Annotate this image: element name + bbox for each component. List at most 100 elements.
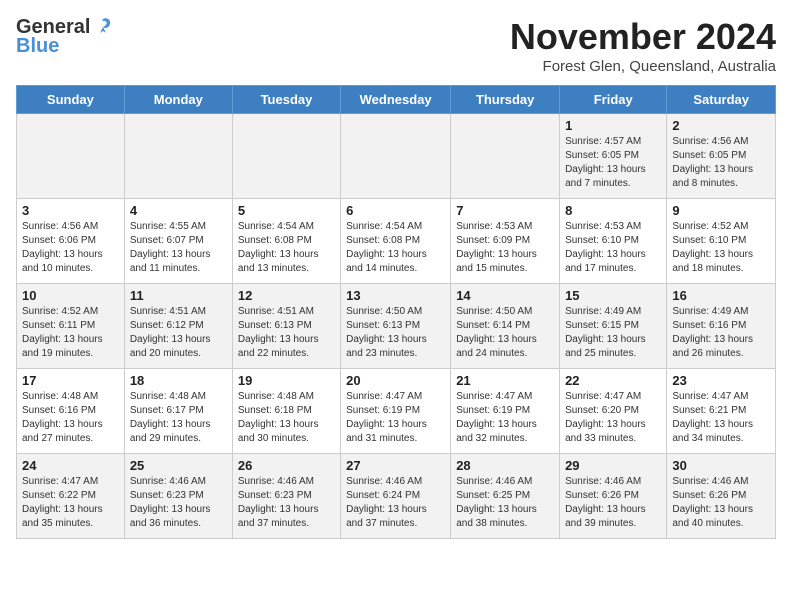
- day-content: Sunrise: 4:51 AMSunset: 6:12 PMDaylight:…: [130, 305, 227, 361]
- day-number: 9: [672, 203, 770, 218]
- day-cell: 21 Sunrise: 4:47 AMSunset: 6:19 PMDayligh…: [451, 369, 560, 454]
- day-content: Sunrise: 4:50 AMSunset: 6:13 PMDaylight:…: [346, 305, 445, 361]
- day-content: Sunrise: 4:56 AMSunset: 6:05 PMDaylight:…: [672, 135, 770, 191]
- day-cell: 13 Sunrise: 4:50 AMSunset: 6:13 PMDayligh…: [341, 284, 451, 369]
- month-year: November 2024: [510, 16, 776, 58]
- day-cell: 22 Sunrise: 4:47 AMSunset: 6:20 PMDayligh…: [560, 369, 667, 454]
- week-row-5: 24 Sunrise: 4:47 AMSunset: 6:22 PMDayligh…: [17, 454, 776, 539]
- day-cell: 16Sunrise: 4:49 AMSunset: 6:16 PMDayligh…: [667, 284, 776, 369]
- day-content: Sunrise: 4:46 AMSunset: 6:25 PMDaylight:…: [456, 475, 554, 531]
- day-content: Sunrise: 4:52 AMSunset: 6:11 PMDaylight:…: [22, 305, 119, 361]
- week-row-3: 10Sunrise: 4:52 AMSunset: 6:11 PMDayligh…: [17, 284, 776, 369]
- day-content: Sunrise: 4:51 AMSunset: 6:13 PMDaylight:…: [238, 305, 335, 361]
- day-number: 24: [22, 458, 119, 473]
- day-number: 14: [456, 288, 554, 303]
- day-cell: 17 Sunrise: 4:48 AMSunset: 6:16 PMDayligh…: [17, 369, 125, 454]
- header-row: SundayMondayTuesdayWednesdayThursdayFrid…: [17, 86, 776, 114]
- day-number: 17: [22, 373, 119, 388]
- day-cell: 29 Sunrise: 4:46 AMSunset: 6:26 PMDayligh…: [560, 454, 667, 539]
- header-day-saturday: Saturday: [667, 86, 776, 114]
- logo-blue-text: Blue: [16, 35, 59, 58]
- day-cell: 1Sunrise: 4:57 AMSunset: 6:05 PMDaylight…: [560, 114, 667, 199]
- day-cell: 24 Sunrise: 4:47 AMSunset: 6:22 PMDayligh…: [17, 454, 125, 539]
- day-content: Sunrise: 4:49 AMSunset: 6:15 PMDaylight:…: [565, 305, 661, 361]
- day-number: 16: [672, 288, 770, 303]
- day-content: Sunrise: 4:57 AMSunset: 6:05 PMDaylight:…: [565, 135, 661, 191]
- day-cell: 12 Sunrise: 4:51 AMSunset: 6:13 PMDayligh…: [232, 284, 340, 369]
- day-content: Sunrise: 4:46 AMSunset: 6:24 PMDaylight:…: [346, 475, 445, 531]
- day-number: 15: [565, 288, 661, 303]
- day-number: 26: [238, 458, 335, 473]
- day-number: 3: [22, 203, 119, 218]
- day-cell: 6 Sunrise: 4:54 AMSunset: 6:08 PMDaylight…: [341, 199, 451, 284]
- day-cell: 14Sunrise: 4:50 AMSunset: 6:14 PMDayligh…: [451, 284, 560, 369]
- day-cell: 3 Sunrise: 4:56 AMSunset: 6:06 PMDaylight…: [17, 199, 125, 284]
- day-number: 2: [672, 118, 770, 133]
- day-cell: [124, 114, 232, 199]
- day-number: 11: [130, 288, 227, 303]
- day-cell: 5 Sunrise: 4:54 AMSunset: 6:08 PMDaylight…: [232, 199, 340, 284]
- calendar-table: SundayMondayTuesdayWednesdayThursdayFrid…: [16, 85, 776, 539]
- day-number: 22: [565, 373, 661, 388]
- day-number: 29: [565, 458, 661, 473]
- day-cell: [341, 114, 451, 199]
- day-cell: 23 Sunrise: 4:47 AMSunset: 6:21 PMDayligh…: [667, 369, 776, 454]
- day-number: 7: [456, 203, 554, 218]
- day-content: Sunrise: 4:53 AMSunset: 6:09 PMDaylight:…: [456, 220, 554, 276]
- day-content: Sunrise: 4:47 AMSunset: 6:21 PMDaylight:…: [672, 390, 770, 446]
- day-number: 5: [238, 203, 335, 218]
- day-cell: [17, 114, 125, 199]
- day-cell: 7 Sunrise: 4:53 AMSunset: 6:09 PMDaylight…: [451, 199, 560, 284]
- header-day-wednesday: Wednesday: [341, 86, 451, 114]
- day-cell: 9Sunrise: 4:52 AMSunset: 6:10 PMDaylight…: [667, 199, 776, 284]
- day-cell: 25Sunrise: 4:46 AMSunset: 6:23 PMDayligh…: [124, 454, 232, 539]
- day-number: 21: [456, 373, 554, 388]
- day-number: 13: [346, 288, 445, 303]
- header-day-tuesday: Tuesday: [232, 86, 340, 114]
- day-content: Sunrise: 4:55 AMSunset: 6:07 PMDaylight:…: [130, 220, 227, 276]
- day-cell: 11 Sunrise: 4:51 AMSunset: 6:12 PMDayligh…: [124, 284, 232, 369]
- day-number: 12: [238, 288, 335, 303]
- day-cell: 2 Sunrise: 4:56 AMSunset: 6:05 PMDaylight…: [667, 114, 776, 199]
- day-cell: 8 Sunrise: 4:53 AMSunset: 6:10 PMDaylight…: [560, 199, 667, 284]
- day-content: Sunrise: 4:47 AMSunset: 6:19 PMDaylight:…: [346, 390, 445, 446]
- day-cell: 20Sunrise: 4:47 AMSunset: 6:19 PMDayligh…: [341, 369, 451, 454]
- day-content: Sunrise: 4:56 AMSunset: 6:06 PMDaylight:…: [22, 220, 119, 276]
- day-content: Sunrise: 4:46 AMSunset: 6:23 PMDaylight:…: [130, 475, 227, 531]
- header-day-sunday: Sunday: [17, 86, 125, 114]
- day-content: Sunrise: 4:47 AMSunset: 6:22 PMDaylight:…: [22, 475, 119, 531]
- header: General Blue November 2024 Forest Glen, …: [16, 16, 776, 75]
- day-number: 6: [346, 203, 445, 218]
- day-content: Sunrise: 4:48 AMSunset: 6:18 PMDaylight:…: [238, 390, 335, 446]
- day-cell: 30Sunrise: 4:46 AMSunset: 6:26 PMDayligh…: [667, 454, 776, 539]
- day-content: Sunrise: 4:48 AMSunset: 6:16 PMDaylight:…: [22, 390, 119, 446]
- day-cell: 26 Sunrise: 4:46 AMSunset: 6:23 PMDayligh…: [232, 454, 340, 539]
- day-content: Sunrise: 4:47 AMSunset: 6:20 PMDaylight:…: [565, 390, 661, 446]
- day-cell: 15 Sunrise: 4:49 AMSunset: 6:15 PMDayligh…: [560, 284, 667, 369]
- day-number: 4: [130, 203, 227, 218]
- week-row-2: 3 Sunrise: 4:56 AMSunset: 6:06 PMDaylight…: [17, 199, 776, 284]
- day-cell: 4 Sunrise: 4:55 AMSunset: 6:07 PMDaylight…: [124, 199, 232, 284]
- day-number: 27: [346, 458, 445, 473]
- week-row-4: 17 Sunrise: 4:48 AMSunset: 6:16 PMDayligh…: [17, 369, 776, 454]
- day-cell: 28Sunrise: 4:46 AMSunset: 6:25 PMDayligh…: [451, 454, 560, 539]
- day-cell: 10Sunrise: 4:52 AMSunset: 6:11 PMDayligh…: [17, 284, 125, 369]
- day-number: 19: [238, 373, 335, 388]
- day-content: Sunrise: 4:46 AMSunset: 6:26 PMDaylight:…: [672, 475, 770, 531]
- day-content: Sunrise: 4:54 AMSunset: 6:08 PMDaylight:…: [346, 220, 445, 276]
- day-content: Sunrise: 4:54 AMSunset: 6:08 PMDaylight:…: [238, 220, 335, 276]
- day-content: Sunrise: 4:46 AMSunset: 6:26 PMDaylight:…: [565, 475, 661, 531]
- location: Forest Glen, Queensland, Australia: [510, 58, 776, 75]
- day-content: Sunrise: 4:53 AMSunset: 6:10 PMDaylight:…: [565, 220, 661, 276]
- logo-icon: [92, 15, 114, 37]
- day-content: Sunrise: 4:46 AMSunset: 6:23 PMDaylight:…: [238, 475, 335, 531]
- day-content: Sunrise: 4:48 AMSunset: 6:17 PMDaylight:…: [130, 390, 227, 446]
- logo: General Blue: [16, 16, 114, 58]
- day-cell: 27 Sunrise: 4:46 AMSunset: 6:24 PMDayligh…: [341, 454, 451, 539]
- day-cell: [232, 114, 340, 199]
- day-content: Sunrise: 4:47 AMSunset: 6:19 PMDaylight:…: [456, 390, 554, 446]
- day-number: 8: [565, 203, 661, 218]
- day-number: 18: [130, 373, 227, 388]
- day-number: 23: [672, 373, 770, 388]
- day-cell: 18 Sunrise: 4:48 AMSunset: 6:17 PMDayligh…: [124, 369, 232, 454]
